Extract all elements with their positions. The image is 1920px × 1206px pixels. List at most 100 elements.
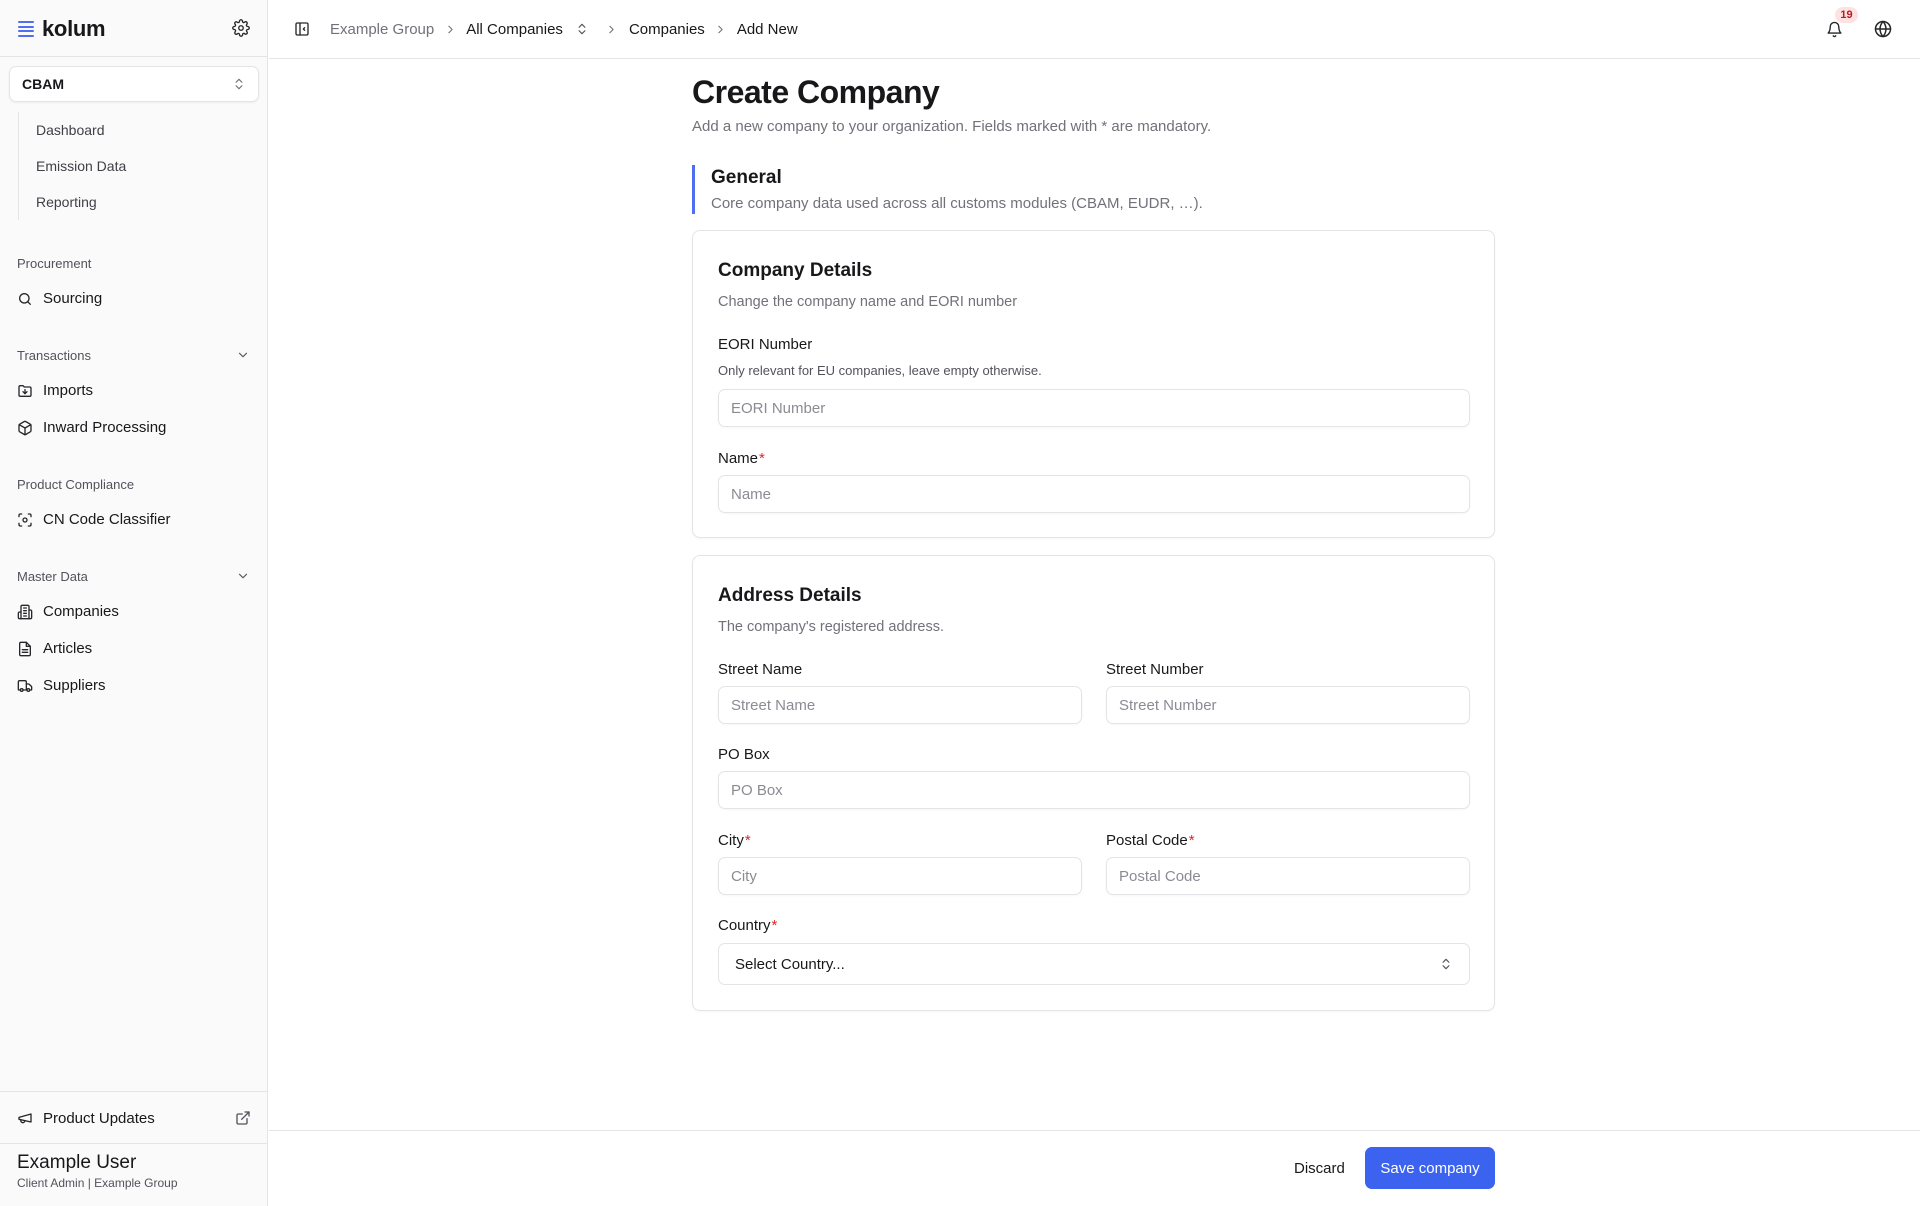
chevrons-up-down-icon bbox=[1442, 958, 1450, 970]
folder-import-icon bbox=[18, 384, 32, 397]
sub-nav-item-emission-data[interactable]: Emission Data bbox=[19, 148, 258, 184]
group-title[interactable]: Master Data bbox=[0, 566, 268, 586]
required-asterisk: * bbox=[771, 917, 778, 934]
po-box-label: PO Box bbox=[718, 746, 770, 763]
section-description: Core company data used across all custom… bbox=[711, 195, 1203, 212]
product-updates-label: Product Updates bbox=[43, 1109, 155, 1127]
sidebar-item-label: Suppliers bbox=[43, 677, 106, 694]
address-details-card: Address Details The company's registered… bbox=[692, 555, 1495, 1011]
save-company-button[interactable]: Save company bbox=[1365, 1147, 1495, 1189]
search-icon bbox=[19, 292, 31, 305]
group-title-label: Master Data bbox=[17, 568, 88, 584]
breadcrumb-companies[interactable]: Companies bbox=[629, 21, 705, 38]
eori-label: EORI Number bbox=[718, 336, 813, 353]
globe-icon[interactable] bbox=[1871, 17, 1895, 41]
card-description: Change the company name and EORI number bbox=[718, 294, 1018, 310]
notification-badge: 19 bbox=[1835, 7, 1858, 23]
sub-nav-item-label: Dashboard bbox=[36, 122, 105, 138]
sidebar-item-inward-processing[interactable]: Inward Processing bbox=[0, 409, 268, 446]
group-title-label: Product Compliance bbox=[17, 476, 135, 492]
group-title[interactable]: Transactions bbox=[0, 345, 268, 365]
group-title-label: Transactions bbox=[17, 347, 91, 363]
group-title-label: Procurement bbox=[17, 255, 92, 271]
box-icon bbox=[18, 420, 32, 435]
card-description: The company's registered address. bbox=[718, 619, 945, 635]
user-menu[interactable]: Example User Client Admin | Example Grou… bbox=[17, 1152, 178, 1190]
name-input[interactable] bbox=[718, 475, 1470, 513]
sidebar-item-label: Articles bbox=[43, 640, 93, 657]
divider bbox=[0, 1143, 268, 1144]
postal-code-label: Postal Code* bbox=[1106, 832, 1195, 849]
workspace-select[interactable]: CBAM bbox=[9, 66, 259, 102]
file-icon bbox=[19, 641, 31, 656]
gear-icon[interactable] bbox=[230, 17, 252, 39]
sidebar-item-cn-code-classifier[interactable]: CN Code Classifier bbox=[0, 501, 268, 538]
city-input[interactable] bbox=[718, 857, 1082, 895]
breadcrumb: Example Group All Companies Companies Ad… bbox=[330, 18, 798, 40]
divider bbox=[0, 1091, 268, 1092]
street-number-input[interactable] bbox=[1106, 686, 1470, 724]
logo-icon bbox=[18, 21, 34, 37]
page-subtitle: Add a new company to your organization. … bbox=[692, 118, 1212, 135]
street-name-input[interactable] bbox=[718, 686, 1082, 724]
building-icon bbox=[17, 604, 33, 619]
eori-number-input[interactable] bbox=[718, 389, 1470, 427]
group-title: Procurement bbox=[0, 253, 268, 273]
sub-nav-item-label: Reporting bbox=[36, 194, 97, 210]
sub-nav-item-reporting[interactable]: Reporting bbox=[19, 184, 258, 220]
scan-icon bbox=[18, 512, 32, 527]
chevron-right-icon bbox=[601, 23, 623, 36]
sidebar-item-articles[interactable]: Articles bbox=[0, 630, 268, 667]
sidebar-item-suppliers[interactable]: Suppliers bbox=[0, 667, 268, 704]
eori-help-text: Only relevant for EU companies, leave em… bbox=[718, 363, 1042, 378]
sub-nav-item-dashboard[interactable]: Dashboard bbox=[19, 112, 258, 148]
megaphone-icon bbox=[18, 1113, 32, 1124]
section-general: General Core company data used across al… bbox=[692, 165, 1203, 214]
po-box-input[interactable] bbox=[718, 771, 1470, 809]
card-title: Address Details bbox=[718, 585, 862, 606]
sidebar-item-label: Inward Processing bbox=[43, 419, 167, 436]
sidebar-toggle-icon[interactable] bbox=[291, 18, 313, 40]
required-asterisk: * bbox=[1188, 832, 1195, 849]
module-sub-nav: Dashboard Emission Data Reporting bbox=[18, 112, 258, 220]
sidebar: kolum CBAM Dashboard Emission Data Repor… bbox=[0, 0, 268, 1206]
postal-code-label-text: Postal Code bbox=[1106, 832, 1188, 849]
sub-nav-item-label: Emission Data bbox=[36, 158, 127, 174]
chevrons-up-down-icon[interactable] bbox=[563, 22, 601, 36]
chevron-right-icon bbox=[434, 23, 466, 36]
required-asterisk: * bbox=[744, 832, 751, 849]
street-number-label: Street Number bbox=[1106, 661, 1204, 678]
name-label: Name* bbox=[718, 450, 765, 467]
country-select[interactable]: Select Country... bbox=[718, 943, 1470, 985]
country-label: Country* bbox=[718, 917, 777, 934]
street-name-label: Street Name bbox=[718, 661, 803, 678]
chevron-right-icon bbox=[705, 23, 737, 36]
breadcrumb-current: Add New bbox=[736, 20, 798, 38]
divider bbox=[0, 56, 268, 57]
nav-group-transactions: Transactions Imports Inward Processing bbox=[0, 345, 268, 446]
top-bar: Example Group All Companies Companies Ad… bbox=[269, 0, 1920, 59]
nav-group-procurement: Procurement Sourcing bbox=[0, 253, 268, 317]
city-label-text: City bbox=[718, 832, 744, 849]
brand-name: kolum bbox=[42, 16, 106, 41]
sidebar-item-companies[interactable]: Companies bbox=[0, 593, 268, 630]
company-details-card: Company Details Change the company name … bbox=[692, 230, 1495, 538]
product-updates-link[interactable]: Product Updates bbox=[17, 1100, 251, 1136]
brand-logo[interactable]: kolum bbox=[18, 16, 106, 42]
postal-code-input[interactable] bbox=[1106, 857, 1470, 895]
sidebar-item-sourcing[interactable]: Sourcing bbox=[0, 280, 268, 317]
sidebar-item-label: Companies bbox=[43, 603, 119, 620]
sidebar-item-label: Sourcing bbox=[43, 290, 103, 307]
breadcrumb-companies-switcher[interactable]: All Companies bbox=[466, 21, 563, 38]
user-role: Client Admin | Example Group bbox=[17, 1176, 178, 1190]
chevron-down-icon bbox=[238, 352, 248, 358]
external-link-icon bbox=[236, 1111, 250, 1125]
nav-group-product-compliance: Product Compliance CN Code Classifier bbox=[0, 474, 268, 538]
sidebar-item-imports[interactable]: Imports bbox=[0, 372, 268, 409]
nav-group-master-data: Master Data Companies Articles Suppliers bbox=[0, 566, 268, 704]
required-asterisk: * bbox=[759, 450, 765, 467]
breadcrumb-group[interactable]: Example Group bbox=[330, 21, 434, 38]
group-title: Product Compliance bbox=[0, 474, 268, 494]
discard-button[interactable]: Discard bbox=[1282, 1147, 1357, 1189]
city-label: City* bbox=[718, 832, 751, 849]
